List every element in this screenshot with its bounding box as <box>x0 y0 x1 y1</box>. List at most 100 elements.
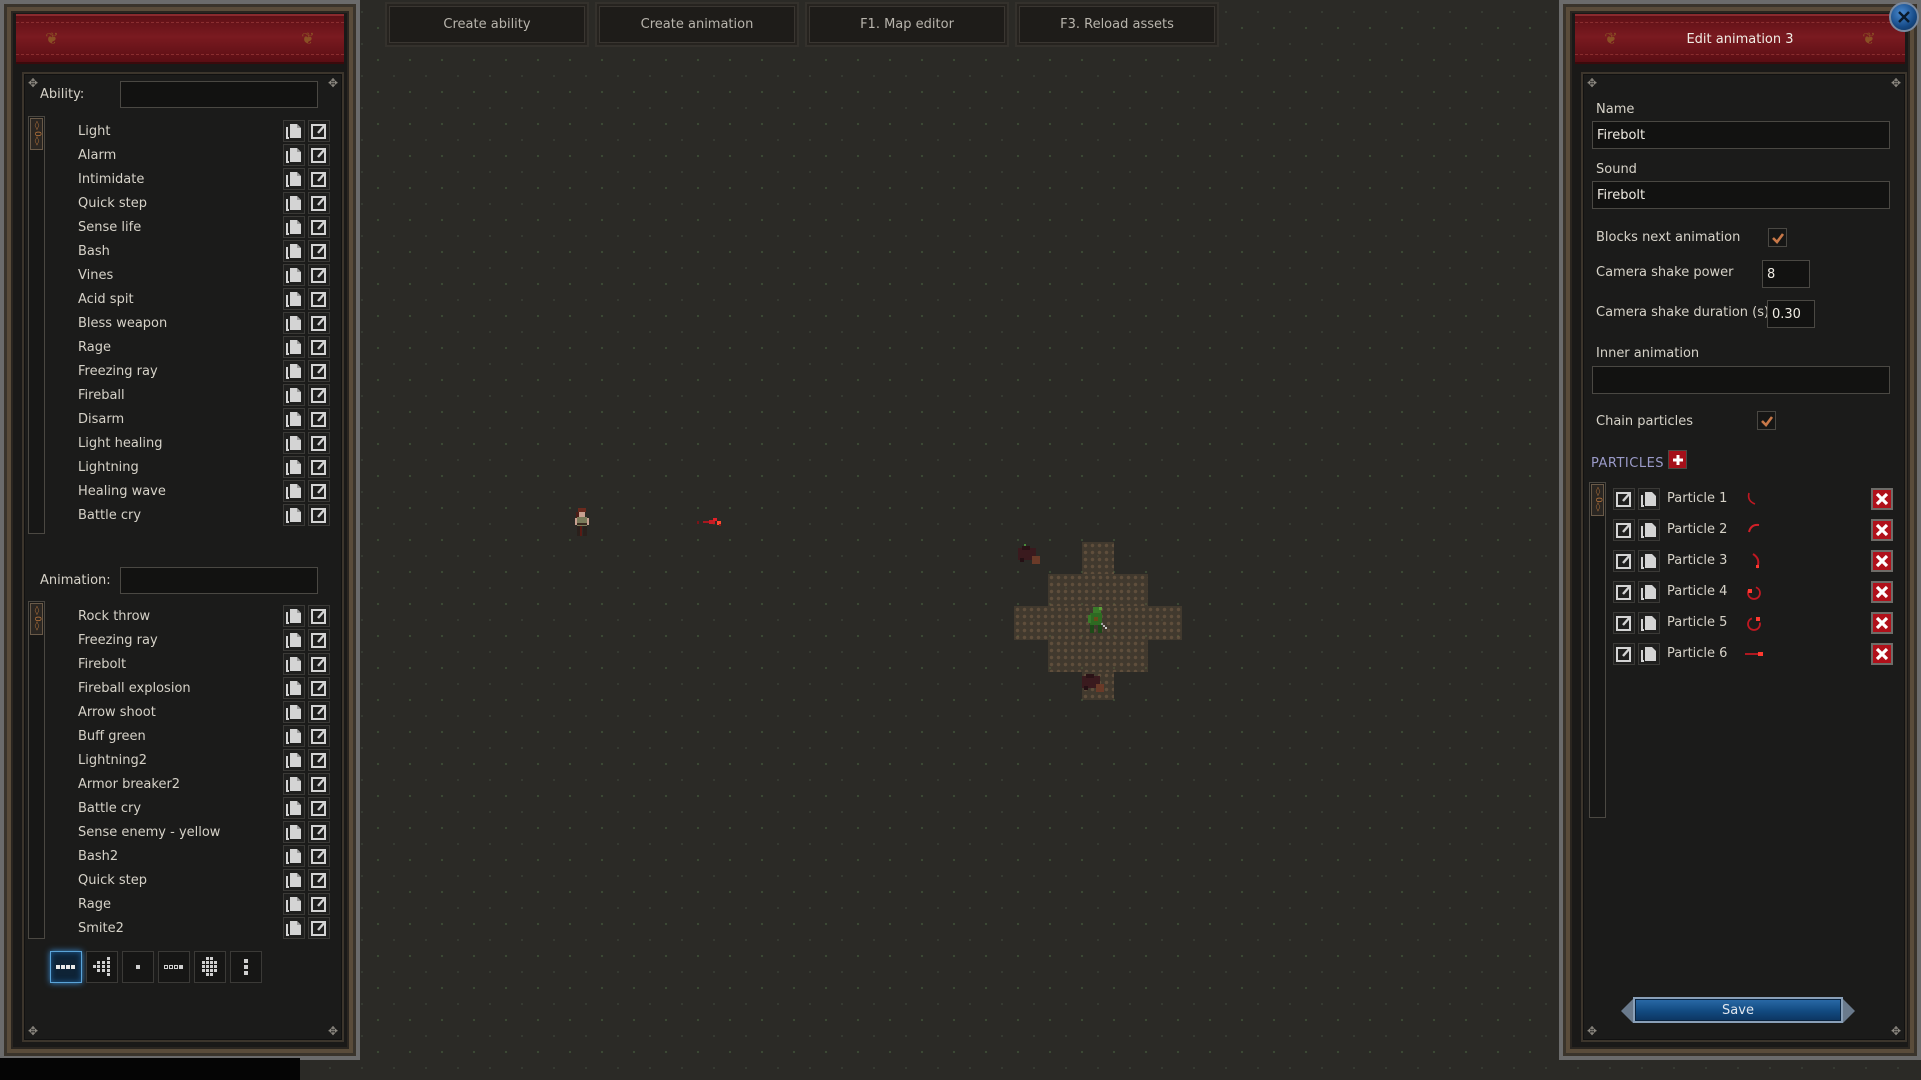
edit-button[interactable] <box>308 773 330 795</box>
list-item[interactable]: Acid spit <box>60 287 330 311</box>
duplicate-button[interactable] <box>283 360 305 382</box>
scroll-thumb[interactable]: ◊0◊ <box>1591 484 1604 516</box>
particle-list-scrollbar[interactable]: ◊0◊ <box>1589 482 1606 818</box>
map-editor-button[interactable]: F1. Map editor <box>805 2 1009 47</box>
duplicate-button[interactable] <box>283 408 305 430</box>
shape-single-button[interactable] <box>122 951 154 983</box>
list-item[interactable]: Bash2 <box>60 844 330 868</box>
camera-shake-duration-input[interactable] <box>1767 300 1815 328</box>
list-item[interactable]: Intimidate <box>60 167 330 191</box>
edit-particle-button[interactable] <box>1613 518 1635 541</box>
edit-button[interactable] <box>308 821 330 843</box>
duplicate-button[interactable] <box>283 749 305 771</box>
particle-row[interactable]: Particle 1 <box>1613 483 1893 514</box>
list-item[interactable]: Healing wave <box>60 479 330 503</box>
edit-button[interactable] <box>308 629 330 651</box>
edit-button[interactable] <box>308 917 330 939</box>
list-item[interactable]: Lightning <box>60 455 330 479</box>
edit-button[interactable] <box>308 144 330 166</box>
save-button[interactable]: Save <box>1633 997 1843 1023</box>
list-item[interactable]: Freezing ray <box>60 628 330 652</box>
delete-particle-button[interactable] <box>1871 580 1893 603</box>
duplicate-particle-button[interactable] <box>1638 611 1660 634</box>
duplicate-button[interactable] <box>283 725 305 747</box>
edit-button[interactable] <box>308 869 330 891</box>
edit-button[interactable] <box>308 480 330 502</box>
particle-row[interactable]: Particle 2 <box>1613 514 1893 545</box>
particle-row[interactable]: Particle 3 <box>1613 545 1893 576</box>
list-item[interactable]: Freezing ray <box>60 359 330 383</box>
close-panel-button[interactable] <box>1889 2 1919 32</box>
scroll-thumb[interactable]: ◊0◊ <box>30 603 43 635</box>
sound-input[interactable] <box>1592 181 1890 209</box>
list-item[interactable]: Bless weapon <box>60 311 330 335</box>
duplicate-button[interactable] <box>283 893 305 915</box>
duplicate-button[interactable] <box>283 312 305 334</box>
duplicate-particle-button[interactable] <box>1638 580 1660 603</box>
duplicate-particle-button[interactable] <box>1638 487 1660 510</box>
edit-particle-button[interactable] <box>1613 611 1635 634</box>
shape-line-vertical-button[interactable] <box>230 951 262 983</box>
scroll-thumb[interactable]: ◊0◊ <box>30 118 43 150</box>
duplicate-button[interactable] <box>283 797 305 819</box>
duplicate-button[interactable] <box>283 504 305 526</box>
list-item[interactable]: Quick step <box>60 191 330 215</box>
animation-list-scrollbar[interactable]: ◊0◊ <box>28 601 45 939</box>
list-item[interactable]: Light <box>60 119 330 143</box>
create-animation-button[interactable]: Create animation <box>595 2 799 47</box>
list-item[interactable]: Sense life <box>60 215 330 239</box>
chain-particles-checkbox[interactable] <box>1757 411 1776 430</box>
duplicate-button[interactable] <box>283 336 305 358</box>
list-item[interactable]: Arrow shoot <box>60 700 330 724</box>
duplicate-button[interactable] <box>283 653 305 675</box>
duplicate-button[interactable] <box>283 845 305 867</box>
shape-line-horizontal-button[interactable] <box>50 951 82 983</box>
duplicate-button[interactable] <box>283 821 305 843</box>
list-item[interactable]: Buff green <box>60 724 330 748</box>
shape-cross-large-button[interactable] <box>194 951 226 983</box>
duplicate-particle-button[interactable] <box>1638 518 1660 541</box>
list-item[interactable]: Fireball explosion <box>60 676 330 700</box>
list-item[interactable]: Quick step <box>60 868 330 892</box>
camera-shake-power-input[interactable] <box>1762 260 1810 288</box>
list-item[interactable]: Fireball <box>60 383 330 407</box>
duplicate-button[interactable] <box>283 432 305 454</box>
edit-button[interactable] <box>308 893 330 915</box>
goblin-enemy-sprite[interactable] <box>1084 607 1110 635</box>
edit-button[interactable] <box>308 360 330 382</box>
list-item[interactable]: Battle cry <box>60 503 330 527</box>
list-item[interactable]: Battle cry <box>60 796 330 820</box>
shape-cone-button[interactable] <box>86 951 118 983</box>
duplicate-particle-button[interactable] <box>1638 642 1660 665</box>
duplicate-button[interactable] <box>283 869 305 891</box>
map-viewport[interactable] <box>362 50 1557 1080</box>
edit-button[interactable] <box>308 408 330 430</box>
duplicate-button[interactable] <box>283 701 305 723</box>
reload-assets-button[interactable]: F3. Reload assets <box>1015 2 1219 47</box>
delete-particle-button[interactable] <box>1871 642 1893 665</box>
list-item[interactable]: Armor breaker2 <box>60 772 330 796</box>
shape-line-hollow-button[interactable] <box>158 951 190 983</box>
edit-button[interactable] <box>308 288 330 310</box>
duplicate-button[interactable] <box>283 480 305 502</box>
duplicate-button[interactable] <box>283 192 305 214</box>
edit-particle-button[interactable] <box>1613 580 1635 603</box>
edit-button[interactable] <box>308 701 330 723</box>
name-input[interactable] <box>1592 121 1890 149</box>
list-item[interactable]: Rock throw <box>60 604 330 628</box>
add-particle-button[interactable] <box>1668 450 1687 469</box>
list-item[interactable]: Rage <box>60 335 330 359</box>
duplicate-button[interactable] <box>283 456 305 478</box>
edit-button[interactable] <box>308 456 330 478</box>
blocks-next-animation-checkbox[interactable] <box>1768 228 1787 247</box>
particle-row[interactable]: Particle 6 <box>1613 638 1893 669</box>
duplicate-button[interactable] <box>283 384 305 406</box>
create-ability-button[interactable]: Create ability <box>385 2 589 47</box>
duplicate-button[interactable] <box>283 629 305 651</box>
edit-button[interactable] <box>308 216 330 238</box>
inner-animation-input[interactable] <box>1592 366 1890 394</box>
delete-particle-button[interactable] <box>1871 487 1893 510</box>
edit-button[interactable] <box>308 384 330 406</box>
list-item[interactable]: Lightning2 <box>60 748 330 772</box>
list-item[interactable]: Vines <box>60 263 330 287</box>
